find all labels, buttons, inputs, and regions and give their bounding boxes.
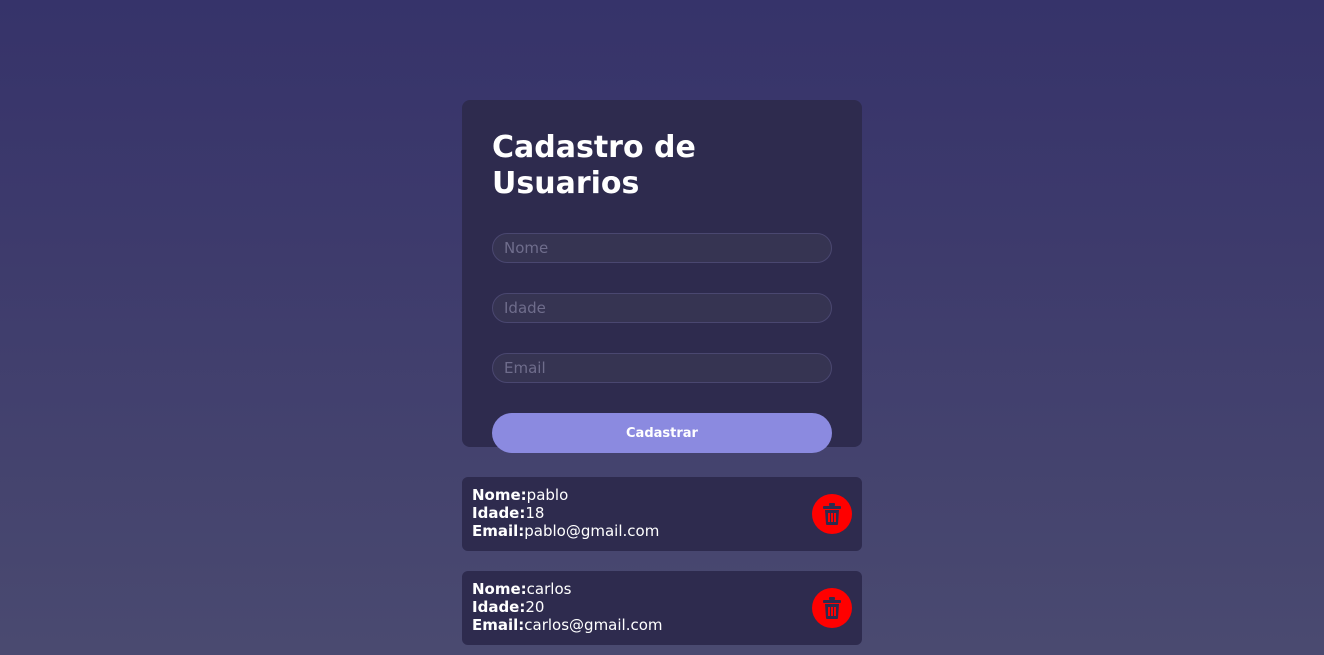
trash-icon xyxy=(823,503,841,525)
user-age-row: Idade:18 xyxy=(472,504,852,522)
user-name: pablo xyxy=(526,486,569,504)
user-card: Nome:pablo Idade:18 Email:pablo@gmail.co… xyxy=(462,477,862,551)
name-input[interactable] xyxy=(492,233,832,263)
age-label: Idade: xyxy=(472,504,526,522)
user-email: pablo@gmail.com xyxy=(524,522,660,540)
user-card: Nome:carlos Idade:20 Email:carlos@gmail.… xyxy=(462,571,862,645)
delete-user-button[interactable] xyxy=(812,588,852,628)
user-name-row: Nome:pablo xyxy=(472,486,852,504)
user-age: 18 xyxy=(525,504,545,522)
user-name-row: Nome:carlos xyxy=(472,580,852,598)
age-input[interactable] xyxy=(492,293,832,323)
name-label: Nome: xyxy=(472,486,527,504)
main-container: Cadastro de Usuarios Cadastrar Nome:pabl… xyxy=(462,100,862,645)
registration-form-card: Cadastro de Usuarios Cadastrar xyxy=(462,100,862,453)
page-title: Cadastro de Usuarios xyxy=(492,130,696,201)
user-email: carlos@gmail.com xyxy=(524,616,663,634)
age-label: Idade: xyxy=(472,598,526,616)
register-button[interactable]: Cadastrar xyxy=(492,413,832,453)
email-input[interactable] xyxy=(492,353,832,383)
user-email-row: Email:pablo@gmail.com xyxy=(472,522,852,540)
email-label: Email: xyxy=(472,522,525,540)
email-label: Email: xyxy=(472,616,525,634)
delete-user-button[interactable] xyxy=(812,494,852,534)
user-email-row: Email:carlos@gmail.com xyxy=(472,616,852,634)
trash-icon xyxy=(823,597,841,619)
user-age: 20 xyxy=(525,598,545,616)
user-name: carlos xyxy=(526,580,572,598)
name-label: Nome: xyxy=(472,580,527,598)
user-age-row: Idade:20 xyxy=(472,598,852,616)
